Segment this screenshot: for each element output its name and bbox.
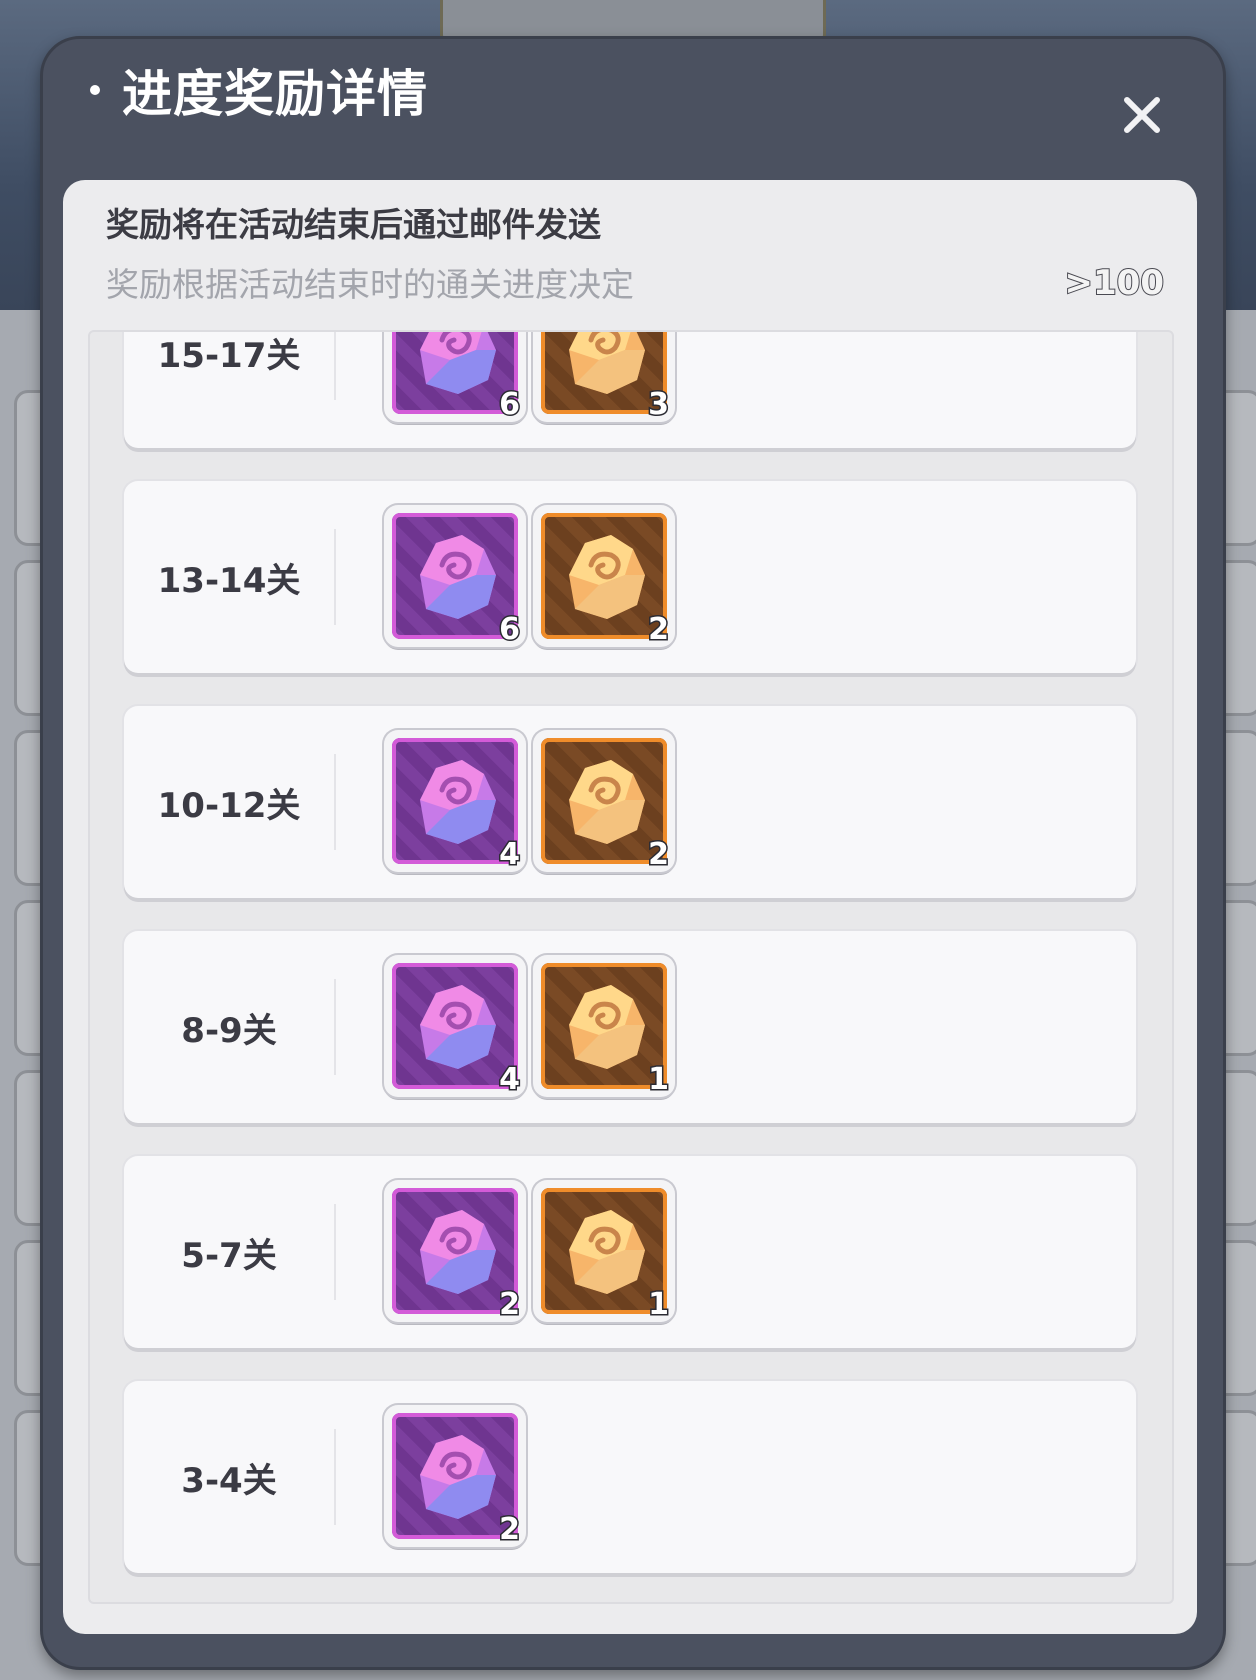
reward-item[interactable]: 1 <box>533 1180 675 1323</box>
reward-item[interactable]: 2 <box>384 1405 526 1548</box>
tier-divider <box>334 754 336 850</box>
tier-row: 8-9关 4 1 <box>124 931 1136 1123</box>
reward-count: 2 <box>647 836 671 873</box>
reward-item[interactable]: 2 <box>533 505 675 648</box>
progress-rule-notice: 奖励根据活动结束时的通关进度决定 <box>106 265 634 304</box>
mail-delivery-notice: 奖励将在活动结束后通过邮件发送 <box>106 205 601 244</box>
reward-item[interactable]: 4 <box>384 955 526 1098</box>
tier-stage-label: 10-12关 <box>157 785 301 826</box>
reward-count: 4 <box>498 836 522 873</box>
tier-row: 13-14关 6 2 <box>124 481 1136 673</box>
tier-row: 5-7关 2 1 <box>124 1156 1136 1348</box>
reward-count: 4 <box>498 1061 522 1098</box>
tier-stage-label: 13-14关 <box>157 560 301 601</box>
current-progress-value: >100 <box>1064 262 1165 304</box>
close-button[interactable] <box>1100 78 1184 152</box>
reward-item[interactable]: 6 <box>384 332 526 423</box>
tier-stage-label: 5-7关 <box>181 1235 277 1276</box>
reward-item[interactable]: 1 <box>533 955 675 1098</box>
tier-divider <box>334 1204 336 1300</box>
reward-count: 2 <box>647 611 671 648</box>
reward-item[interactable]: 3 <box>533 332 675 423</box>
dialog-title-text: 进度奖励详情 <box>122 65 428 123</box>
reward-count: 2 <box>498 1511 522 1548</box>
dialog-title: 进度奖励详情 <box>90 50 428 130</box>
tier-stage-label: 3-4关 <box>181 1460 277 1501</box>
close-icon <box>1124 97 1160 133</box>
tier-divider <box>334 1429 336 1525</box>
tier-row: 10-12关 4 2 <box>124 706 1136 898</box>
tier-divider <box>334 529 336 625</box>
title-bullet-icon <box>90 85 100 95</box>
reward-count: 6 <box>498 386 522 423</box>
reward-item[interactable]: 2 <box>533 730 675 873</box>
reward-count: 1 <box>647 1061 671 1098</box>
tier-row: 15-17关 6 3 <box>124 332 1136 448</box>
tier-divider <box>334 332 336 400</box>
tier-divider <box>334 979 336 1075</box>
tier-list[interactable]: 15-17关 6 3 13-14关 6 2 10-12关 4 2 8-9关 4 1 5-7关 2 1 3-4关… <box>88 330 1174 1604</box>
tier-stage-label: 8-9关 <box>181 1010 277 1051</box>
reward-count: 3 <box>647 386 671 423</box>
reward-count: 1 <box>647 1286 671 1323</box>
reward-count: 2 <box>498 1286 522 1323</box>
reward-count: 6 <box>498 611 522 648</box>
reward-item[interactable]: 2 <box>384 1180 526 1323</box>
reward-item[interactable]: 4 <box>384 730 526 873</box>
tier-row: 3-4关 2 <box>124 1381 1136 1573</box>
tier-stage-label: 15-17关 <box>157 335 301 376</box>
reward-item[interactable]: 6 <box>384 505 526 648</box>
